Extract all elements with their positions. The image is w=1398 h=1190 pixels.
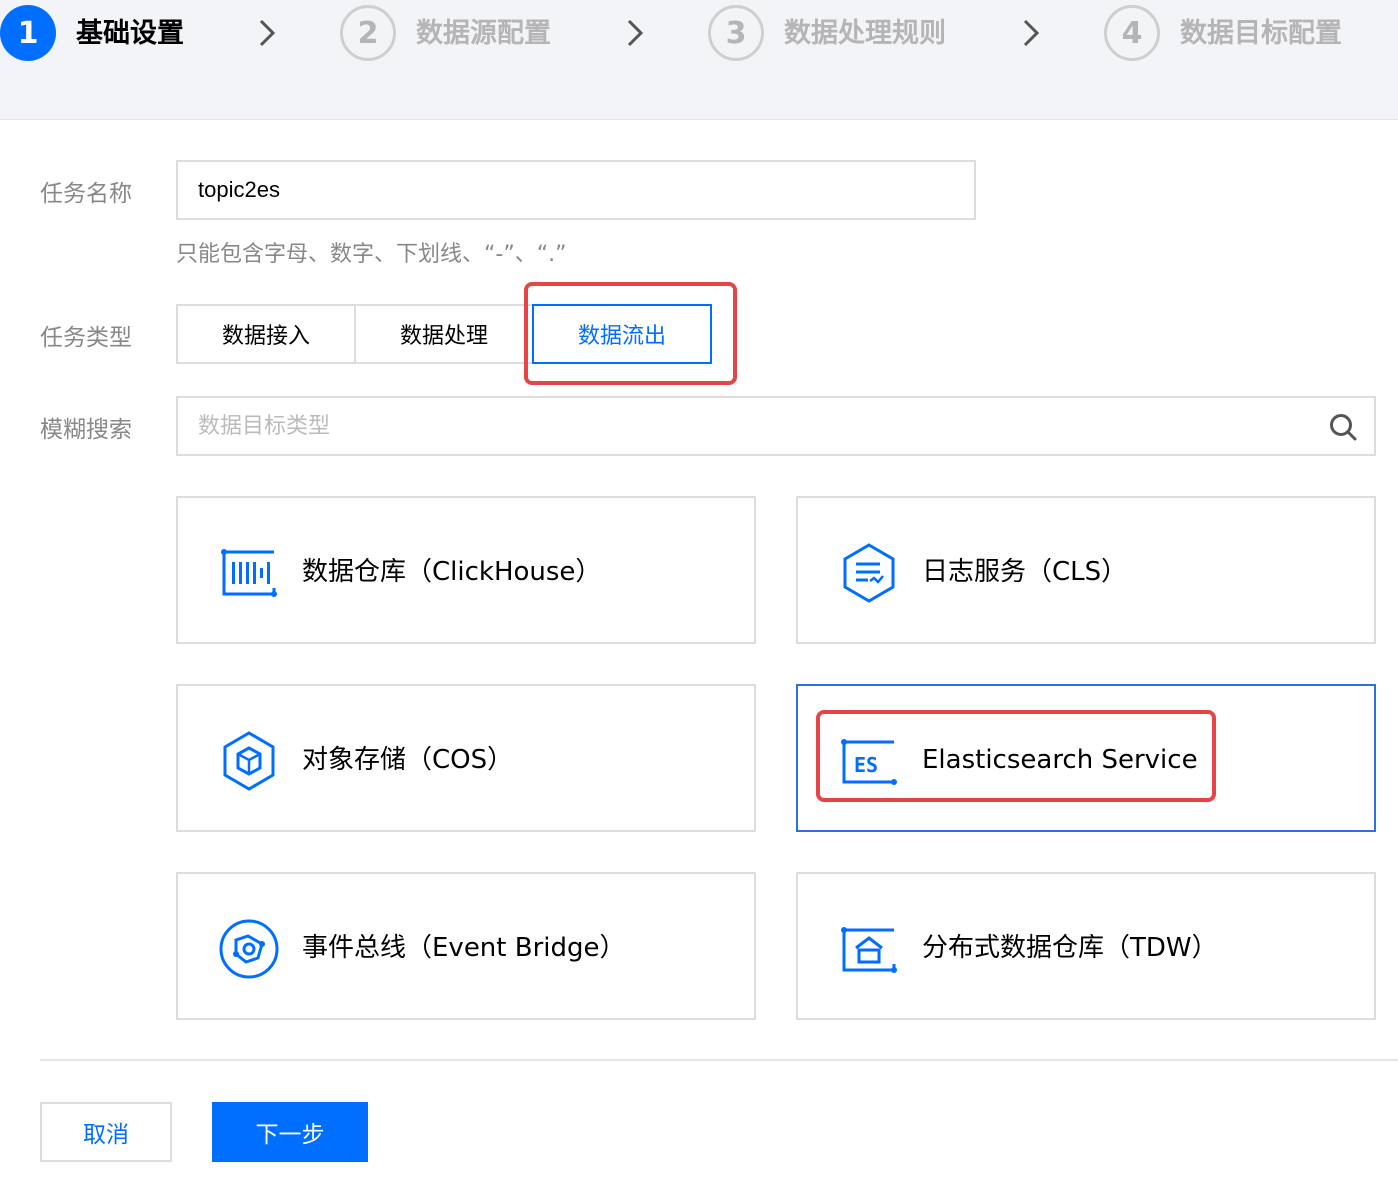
next-step-button[interactable]: 下一步 (212, 1102, 368, 1162)
target-card-cls[interactable]: 日志服务（CLS） (796, 496, 1376, 644)
task-type-data-process[interactable]: 数据处理 (354, 304, 534, 364)
chevron-right-icon (1023, 19, 1040, 47)
search-input[interactable] (178, 398, 1278, 454)
target-card-event-bridge[interactable]: 事件总线（Event Bridge） (176, 872, 756, 1020)
target-label-elasticsearch: Elasticsearch Service (922, 745, 1198, 775)
target-label-clickhouse: 数据仓库（ClickHouse） (302, 557, 602, 587)
target-card-elasticsearch[interactable]: ES Elasticsearch Service (796, 684, 1376, 832)
cancel-button[interactable]: 取消 (40, 1102, 172, 1162)
clickhouse-icon (221, 549, 277, 597)
step-1-number: 1 (0, 5, 56, 61)
event-bridge-icon (219, 919, 279, 979)
task-name-input[interactable]: topic2es (176, 160, 976, 220)
target-card-tdw[interactable]: 分布式数据仓库（TDW） (796, 872, 1376, 1020)
cos-icon (223, 731, 275, 791)
step-1-label: 基础设置 (76, 18, 184, 49)
task-type-label: 任务类型 (40, 325, 132, 351)
task-type-data-ingest[interactable]: 数据接入 (176, 304, 356, 364)
target-label-cls: 日志服务（CLS） (922, 557, 1128, 587)
target-label-event-bridge: 事件总线（Event Bridge） (302, 933, 626, 963)
task-name-label: 任务名称 (40, 181, 132, 207)
task-name-hint: 只能包含字母、数字、下划线、“-”、“.” (176, 242, 567, 267)
chevron-right-icon (259, 19, 276, 47)
task-type-data-export[interactable]: 数据流出 (532, 304, 712, 364)
target-card-cos[interactable]: 对象存储（COS） (176, 684, 756, 832)
step-3-label: 数据处理规则 (784, 18, 946, 49)
target-label-cos: 对象存储（COS） (302, 745, 514, 775)
es-icon: ES (841, 739, 897, 785)
target-card-clickhouse[interactable]: 数据仓库（ClickHouse） (176, 496, 756, 644)
step-2-label: 数据源配置 (416, 18, 551, 49)
search-box (176, 396, 1376, 456)
target-label-tdw: 分布式数据仓库（TDW） (922, 933, 1218, 963)
chevron-right-icon (627, 19, 644, 47)
steps-header: 1 基础设置 2 数据源配置 3 数据处理规则 4 数据目标配置 (0, 0, 1398, 120)
search-label: 模糊搜索 (40, 417, 132, 443)
step-4-label: 数据目标配置 (1180, 18, 1342, 49)
cls-icon (843, 543, 895, 603)
footer-divider (40, 1059, 1398, 1061)
step-4-number: 4 (1104, 5, 1160, 61)
step-2-number: 2 (340, 5, 396, 61)
search-icon[interactable] (1328, 412, 1358, 442)
tdw-icon (841, 927, 897, 973)
svg-text:ES: ES (854, 753, 878, 777)
step-3-number: 3 (708, 5, 764, 61)
